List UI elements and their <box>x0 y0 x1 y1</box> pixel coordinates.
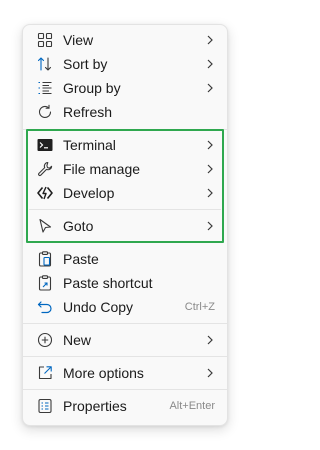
menu-item-develop[interactable]: Develop <box>29 181 221 205</box>
menu-separator <box>23 323 227 324</box>
chevron-right-icon <box>203 162 217 176</box>
menu-item-label: Refresh <box>63 104 113 120</box>
chevron-right-icon <box>203 366 217 380</box>
cursor-arrow-icon <box>36 217 54 235</box>
grid-icon <box>36 31 54 49</box>
refresh-icon <box>36 103 54 121</box>
menu-item-label: Group by <box>63 80 121 96</box>
menu-item-label: Undo Copy <box>63 299 134 315</box>
menu-item-label: Develop <box>63 185 115 201</box>
chevron-right-icon <box>203 57 217 71</box>
properties-icon <box>36 397 54 415</box>
menu-separator <box>23 389 227 390</box>
menu-item-group-by[interactable]: Group by <box>29 76 221 100</box>
menu-item-new[interactable]: New <box>29 328 221 352</box>
chevron-right-icon <box>203 333 217 347</box>
chevron-right-icon <box>203 219 217 233</box>
menu-item-refresh[interactable]: Refresh <box>29 100 221 124</box>
menu-item-undo-copy[interactable]: Undo Copy Ctrl+Z <box>29 295 221 319</box>
menu-item-label: Paste <box>63 251 99 267</box>
open-external-icon <box>36 364 54 382</box>
menu-item-view[interactable]: View <box>29 28 221 52</box>
shortcut-hint: Ctrl+Z <box>184 301 215 313</box>
menu-separator <box>29 209 221 210</box>
menu-item-paste[interactable]: Paste <box>29 247 221 271</box>
chevron-right-icon <box>203 186 217 200</box>
menu-item-label: Goto <box>63 218 94 234</box>
chevron-right-icon <box>203 138 217 152</box>
menu-item-label: Sort by <box>63 56 108 72</box>
menu-item-sort-by[interactable]: Sort by <box>29 52 221 76</box>
wrench-icon <box>36 160 54 178</box>
menu-item-label: More options <box>63 365 144 381</box>
menu-item-label: New <box>63 332 92 348</box>
menu-item-label: Paste shortcut <box>63 275 153 291</box>
menu-item-label: Properties <box>63 398 127 414</box>
menu-item-properties[interactable]: Properties Alt+Enter <box>29 394 221 418</box>
menu-item-file-manage[interactable]: File manage <box>29 157 221 181</box>
chevron-right-icon <box>203 81 217 95</box>
menu-item-more-options[interactable]: More options <box>29 361 221 385</box>
chevron-right-icon <box>203 33 217 47</box>
menu-item-label: File manage <box>63 161 141 177</box>
develop-icon <box>36 184 54 202</box>
terminal-icon <box>36 136 54 154</box>
context-menu: View Sort by Group by Refresh Terminal F… <box>22 24 228 426</box>
sort-icon <box>36 55 54 73</box>
clipboard-icon <box>36 250 54 268</box>
group-list-icon <box>36 79 54 97</box>
menu-item-label: Terminal <box>63 137 116 153</box>
menu-item-goto[interactable]: Goto <box>29 214 221 238</box>
shortcut-hint: Alt+Enter <box>169 400 215 412</box>
plus-circle-icon <box>36 331 54 349</box>
menu-separator <box>23 356 227 357</box>
menu-item-terminal[interactable]: Terminal <box>29 133 221 157</box>
undo-icon <box>36 298 54 316</box>
paste-shortcut-icon <box>36 274 54 292</box>
menu-item-paste-shortcut[interactable]: Paste shortcut <box>29 271 221 295</box>
menu-item-label: View <box>63 32 94 48</box>
